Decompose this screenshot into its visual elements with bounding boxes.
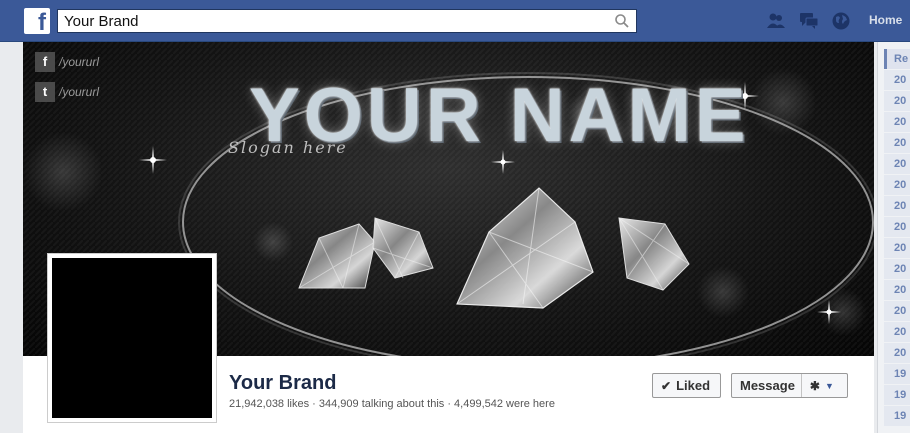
- search-value: Your Brand: [64, 13, 139, 30]
- rail-item[interactable]: 20: [884, 217, 910, 237]
- rail-item[interactable]: 20: [884, 322, 910, 342]
- rail-item[interactable]: 20: [884, 154, 910, 174]
- rail-item[interactable]: 20: [884, 301, 910, 321]
- search-icon[interactable]: [614, 13, 630, 29]
- facebook-url-label: /yoururl: [59, 55, 100, 69]
- home-link[interactable]: Home: [869, 13, 902, 27]
- rail-item[interactable]: 20: [884, 91, 910, 111]
- timeline-rail: Re 20 20 20 20 20 20 20 20 20 20 20 20 2…: [877, 42, 910, 433]
- rail-item[interactable]: 20: [884, 280, 910, 300]
- rail-item[interactable]: 20: [884, 133, 910, 153]
- rail-item[interactable]: 20: [884, 238, 910, 258]
- divider: [800, 374, 802, 397]
- search-input[interactable]: Your Brand: [57, 9, 637, 33]
- chevron-down-icon[interactable]: ▼: [825, 381, 834, 391]
- friend-requests-icon[interactable]: [766, 11, 786, 31]
- message-button[interactable]: Message ✱ ▼: [731, 373, 848, 398]
- page-title[interactable]: Your Brand: [229, 372, 336, 395]
- rail-item[interactable]: 20: [884, 196, 910, 216]
- rail-item[interactable]: 19: [884, 364, 910, 384]
- facebook-small-icon: f: [35, 52, 55, 72]
- rail-item[interactable]: 20: [884, 112, 910, 132]
- notifications-globe-icon[interactable]: [831, 11, 851, 31]
- rail-item[interactable]: 19: [884, 385, 910, 405]
- rail-item-recent[interactable]: Re: [884, 49, 910, 69]
- messages-icon[interactable]: [799, 11, 819, 31]
- rail-item[interactable]: 20: [884, 259, 910, 279]
- rail-item[interactable]: 19: [884, 406, 910, 426]
- checkmark-icon: ✔: [661, 378, 672, 393]
- twitter-small-icon: t: [35, 82, 55, 102]
- gear-icon[interactable]: ✱: [810, 379, 820, 393]
- rail-item[interactable]: 20: [884, 175, 910, 195]
- profile-picture[interactable]: [47, 253, 217, 423]
- liked-button[interactable]: ✔ Liked: [652, 373, 721, 398]
- profile-picture-image: [52, 258, 212, 418]
- message-label: Message: [740, 378, 795, 393]
- cover-social-facebook: f /yoururl: [35, 51, 99, 73]
- top-bar: f Your Brand Home: [0, 0, 910, 42]
- rail-item[interactable]: 20: [884, 70, 910, 90]
- rail-item[interactable]: 20: [884, 343, 910, 363]
- twitter-url-label: /yoururl: [59, 85, 100, 99]
- page-main: f /yoururl t /yoururl YOUR NAME Slogan h…: [23, 42, 874, 433]
- page-stats: 21,942,038 likes · 344,909 talking about…: [229, 398, 555, 410]
- liked-label: Liked: [676, 378, 711, 393]
- facebook-logo[interactable]: f: [24, 8, 50, 34]
- cover-social-twitter: t /yoururl: [35, 81, 99, 103]
- cover-slogan: Slogan here: [228, 138, 348, 157]
